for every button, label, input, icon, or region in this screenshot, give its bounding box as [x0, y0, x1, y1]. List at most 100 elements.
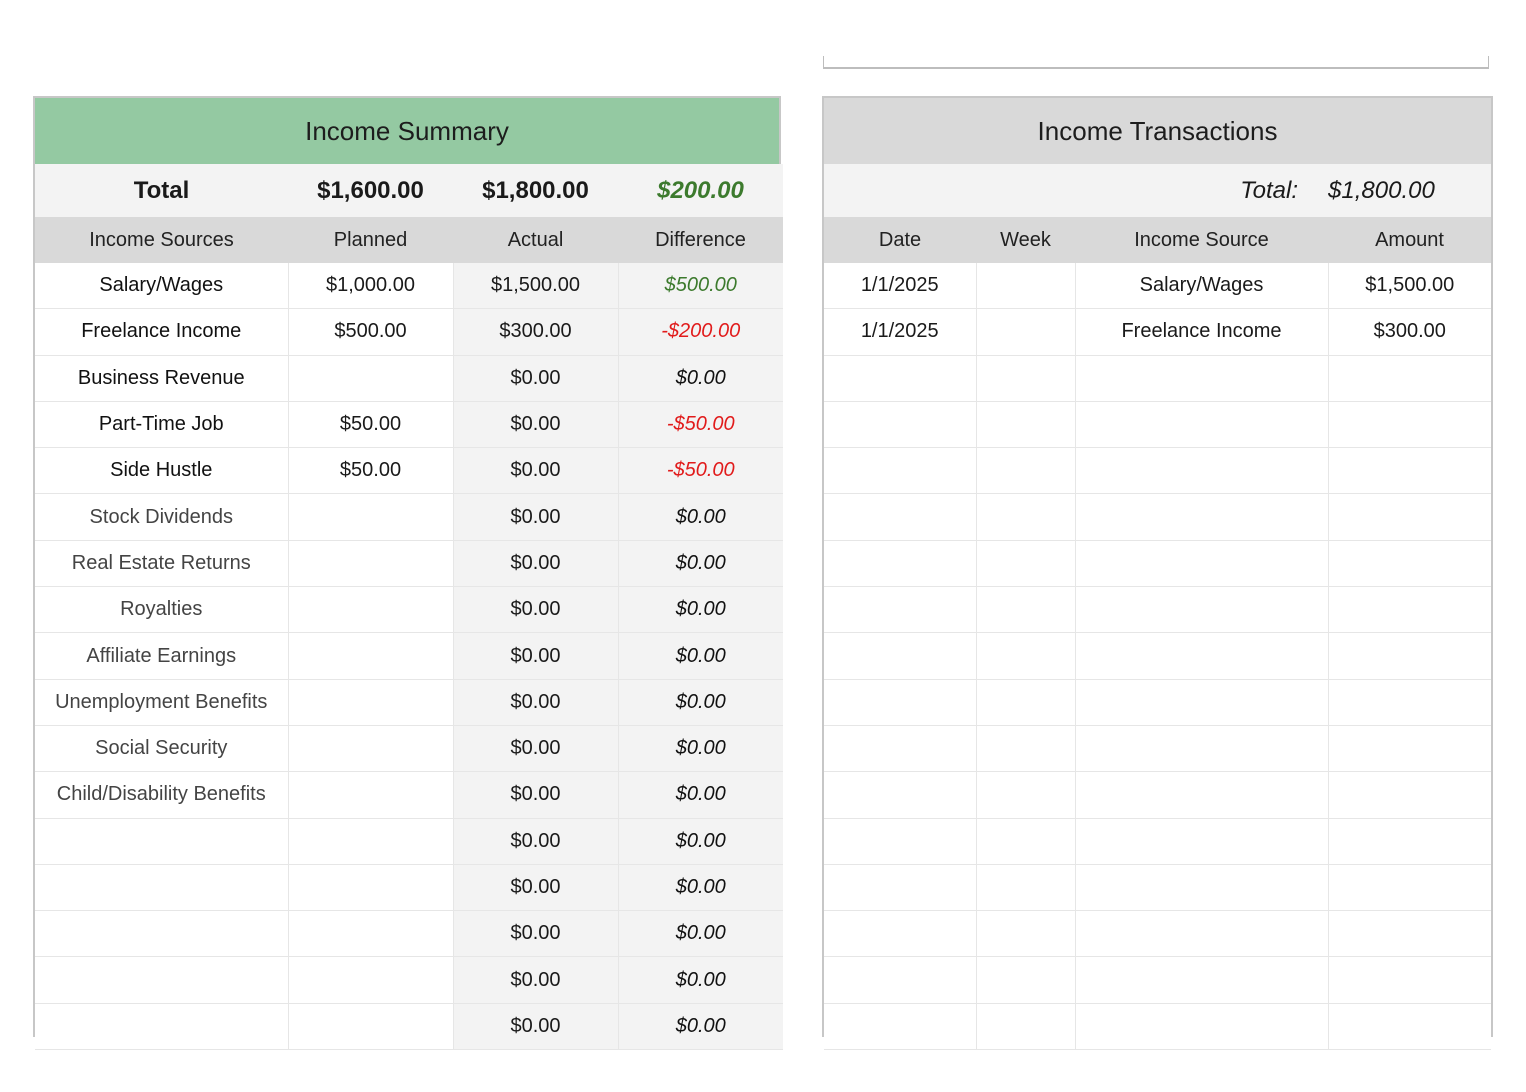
date-cell[interactable] — [824, 910, 977, 958]
date-cell[interactable]: 1/1/2025 — [824, 263, 977, 310]
week-cell[interactable] — [976, 910, 1076, 958]
difference-cell[interactable]: $0.00 — [618, 956, 783, 1004]
week-cell[interactable] — [976, 401, 1076, 449]
income-source-cell[interactable]: Side Hustle — [35, 447, 289, 495]
week-cell[interactable] — [976, 493, 1076, 541]
difference-cell[interactable]: $0.00 — [618, 355, 783, 402]
planned-cell[interactable]: $50.00 — [288, 447, 454, 495]
amount-cell[interactable] — [1328, 818, 1492, 865]
income-source-cell[interactable] — [35, 956, 289, 1004]
transaction-source-cell[interactable]: Freelance Income — [1075, 308, 1329, 356]
income-source-cell[interactable] — [35, 864, 289, 912]
income-source-cell[interactable]: Royalties — [35, 586, 289, 634]
date-cell[interactable]: 1/1/2025 — [824, 308, 977, 356]
amount-cell[interactable] — [1328, 447, 1492, 495]
actual-cell[interactable]: $0.00 — [453, 910, 619, 958]
income-source-cell[interactable]: Freelance Income — [35, 308, 289, 356]
header-actual[interactable]: Actual — [453, 217, 618, 263]
amount-cell[interactable] — [1328, 1003, 1492, 1051]
planned-cell[interactable] — [288, 725, 454, 773]
header-difference[interactable]: Difference — [618, 217, 783, 263]
income-source-cell[interactable]: Salary/Wages — [35, 263, 289, 310]
week-cell[interactable] — [976, 447, 1076, 495]
header-income-source[interactable]: Income Source — [1075, 217, 1329, 263]
transaction-source-cell[interactable] — [1075, 632, 1329, 680]
planned-cell[interactable] — [288, 355, 454, 402]
week-cell[interactable] — [976, 540, 1076, 588]
amount-cell[interactable] — [1328, 355, 1492, 402]
income-source-cell[interactable]: Social Security — [35, 725, 289, 773]
difference-cell[interactable]: $500.00 — [618, 263, 783, 310]
transaction-source-cell[interactable] — [1075, 818, 1329, 865]
difference-cell[interactable]: $0.00 — [618, 910, 783, 958]
actual-cell[interactable]: $1,500.00 — [453, 263, 619, 310]
difference-cell[interactable]: -$200.00 — [618, 308, 783, 356]
transaction-source-cell[interactable] — [1075, 771, 1329, 819]
actual-cell[interactable]: $0.00 — [453, 725, 619, 773]
income-source-cell[interactable]: Unemployment Benefits — [35, 679, 289, 726]
planned-cell[interactable] — [288, 771, 454, 819]
amount-cell[interactable] — [1328, 401, 1492, 449]
week-cell[interactable] — [976, 308, 1076, 356]
week-cell[interactable] — [976, 956, 1076, 1004]
week-cell[interactable] — [976, 679, 1076, 726]
planned-cell[interactable] — [288, 1003, 454, 1051]
week-cell[interactable] — [976, 586, 1076, 634]
planned-cell[interactable] — [288, 818, 454, 865]
date-cell[interactable] — [824, 586, 977, 634]
actual-cell[interactable]: $0.00 — [453, 540, 619, 588]
planned-cell[interactable] — [288, 864, 454, 912]
actual-cell[interactable]: $0.00 — [453, 864, 619, 912]
actual-cell[interactable]: $0.00 — [453, 493, 619, 541]
transaction-source-cell[interactable]: Salary/Wages — [1075, 263, 1329, 310]
date-cell[interactable] — [824, 679, 977, 726]
income-source-cell[interactable] — [35, 910, 289, 958]
transactions-total-label[interactable]: Total: — [824, 164, 1329, 217]
amount-cell[interactable] — [1328, 956, 1492, 1004]
amount-cell[interactable] — [1328, 493, 1492, 541]
planned-cell[interactable]: $50.00 — [288, 401, 454, 449]
income-source-cell[interactable]: Business Revenue — [35, 355, 289, 402]
transaction-source-cell[interactable] — [1075, 956, 1329, 1004]
date-cell[interactable] — [824, 401, 977, 449]
actual-cell[interactable]: $0.00 — [453, 1003, 619, 1051]
planned-cell[interactable] — [288, 679, 454, 726]
planned-cell[interactable] — [288, 493, 454, 541]
amount-cell[interactable] — [1328, 679, 1492, 726]
actual-cell[interactable]: $0.00 — [453, 818, 619, 865]
income-source-cell[interactable]: Part-Time Job — [35, 401, 289, 449]
income-source-cell[interactable]: Stock Dividends — [35, 493, 289, 541]
income-source-cell[interactable] — [35, 818, 289, 865]
transaction-source-cell[interactable] — [1075, 493, 1329, 541]
income-source-cell[interactable]: Child/Disability Benefits — [35, 771, 289, 819]
header-date[interactable]: Date — [824, 217, 976, 263]
amount-cell[interactable] — [1328, 910, 1492, 958]
income-source-cell[interactable] — [35, 1003, 289, 1051]
week-cell[interactable] — [976, 864, 1076, 912]
transaction-source-cell[interactable] — [1075, 725, 1329, 773]
planned-cell[interactable]: $1,000.00 — [288, 263, 454, 310]
week-cell[interactable] — [976, 632, 1076, 680]
week-cell[interactable] — [976, 1003, 1076, 1051]
difference-cell[interactable]: $0.00 — [618, 1003, 783, 1051]
date-cell[interactable] — [824, 632, 977, 680]
planned-cell[interactable]: $500.00 — [288, 308, 454, 356]
amount-cell[interactable] — [1328, 725, 1492, 773]
date-cell[interactable] — [824, 1003, 977, 1051]
actual-cell[interactable]: $0.00 — [453, 401, 619, 449]
date-cell[interactable] — [824, 493, 977, 541]
transaction-source-cell[interactable] — [1075, 586, 1329, 634]
date-cell[interactable] — [824, 725, 977, 773]
planned-cell[interactable] — [288, 910, 454, 958]
planned-cell[interactable] — [288, 586, 454, 634]
actual-cell[interactable]: $300.00 — [453, 308, 619, 356]
amount-cell[interactable] — [1328, 540, 1492, 588]
amount-cell[interactable]: $1,500.00 — [1328, 263, 1492, 310]
actual-cell[interactable]: $0.00 — [453, 771, 619, 819]
transaction-source-cell[interactable] — [1075, 401, 1329, 449]
date-cell[interactable] — [824, 956, 977, 1004]
total-difference[interactable]: $200.00 — [618, 164, 783, 217]
transaction-source-cell[interactable] — [1075, 864, 1329, 912]
planned-cell[interactable] — [288, 956, 454, 1004]
date-cell[interactable] — [824, 540, 977, 588]
